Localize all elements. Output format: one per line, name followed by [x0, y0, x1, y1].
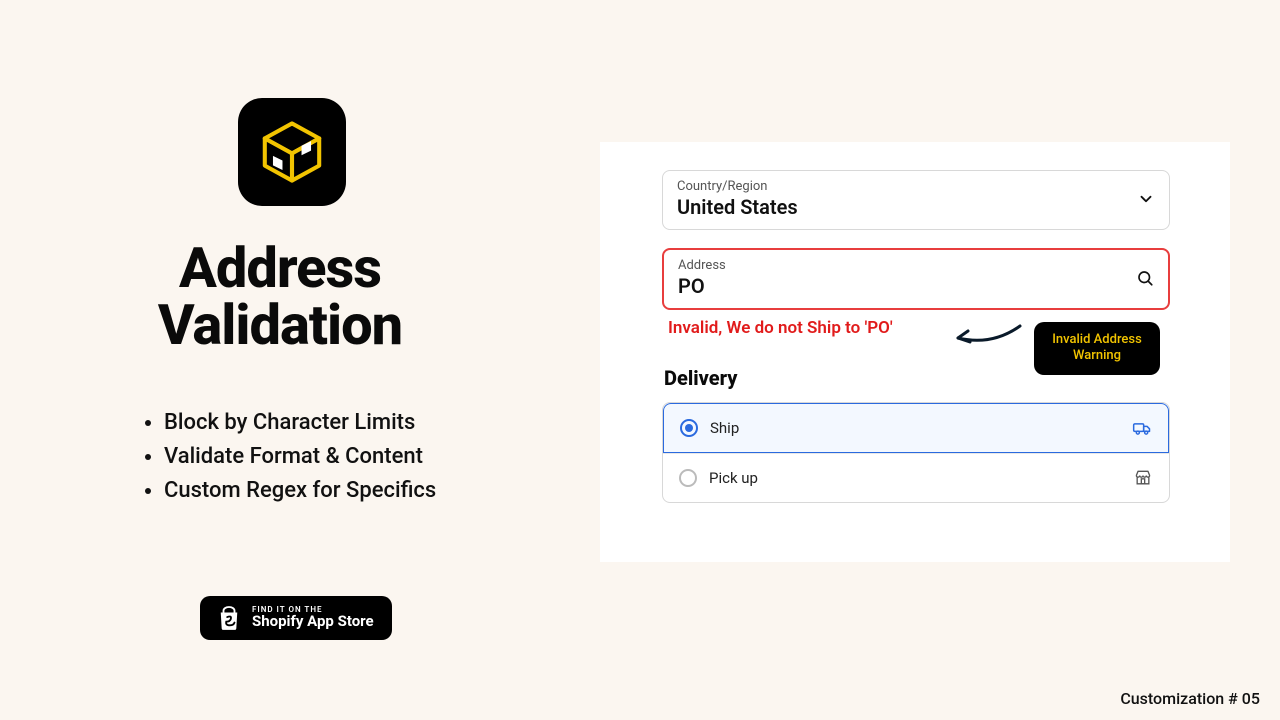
annotation-tooltip: Invalid Address Warning: [1034, 322, 1160, 375]
shopping-bag-icon: [218, 606, 240, 630]
store-icon: [1133, 468, 1153, 488]
delivery-option-pickup[interactable]: Pick up: [663, 453, 1169, 502]
country-value: United States: [677, 195, 1137, 219]
badge-text: FIND IT ON THE Shopify App Store: [252, 606, 374, 630]
list-item: Custom Regex for Specifics: [164, 474, 560, 508]
country-label: Country/Region: [677, 179, 1137, 194]
delivery-option-ship[interactable]: Ship: [663, 403, 1169, 453]
shopify-app-store-badge[interactable]: FIND IT ON THE Shopify App Store: [200, 596, 392, 640]
address-label: Address: [678, 258, 1136, 273]
badge-big-text: Shopify App Store: [252, 614, 374, 630]
feature-list: Block by Character Limits Validate Forma…: [140, 406, 560, 508]
search-icon: [1136, 269, 1154, 287]
left-column: Address Validation Block by Character Li…: [0, 0, 560, 720]
tooltip-line-2: Warning: [1073, 348, 1121, 363]
radio-icon: [679, 469, 697, 487]
address-input[interactable]: Address PO: [662, 248, 1170, 310]
address-value: PO: [678, 274, 1136, 298]
page-title: Address Validation: [0, 240, 560, 354]
annotation-arrow-icon: [952, 320, 1022, 350]
truck-icon: [1132, 418, 1152, 438]
list-item: Block by Character Limits: [164, 406, 560, 440]
app-logo: [238, 98, 346, 206]
slide-number: Customization # 05: [1120, 689, 1260, 708]
radio-selected-icon: [680, 419, 698, 437]
headline-line-2: Validation: [158, 292, 402, 358]
ship-label: Ship: [710, 419, 1120, 437]
country-select[interactable]: Country/Region United States: [662, 170, 1170, 230]
list-item: Validate Format & Content: [164, 440, 560, 474]
tooltip-line-1: Invalid Address: [1052, 332, 1142, 347]
delivery-method-group: Ship Pick up: [662, 402, 1170, 503]
chevron-down-icon: [1137, 190, 1155, 208]
cube-icon: [258, 118, 326, 186]
headline-line-1: Address: [179, 235, 381, 301]
pickup-label: Pick up: [709, 469, 1121, 487]
